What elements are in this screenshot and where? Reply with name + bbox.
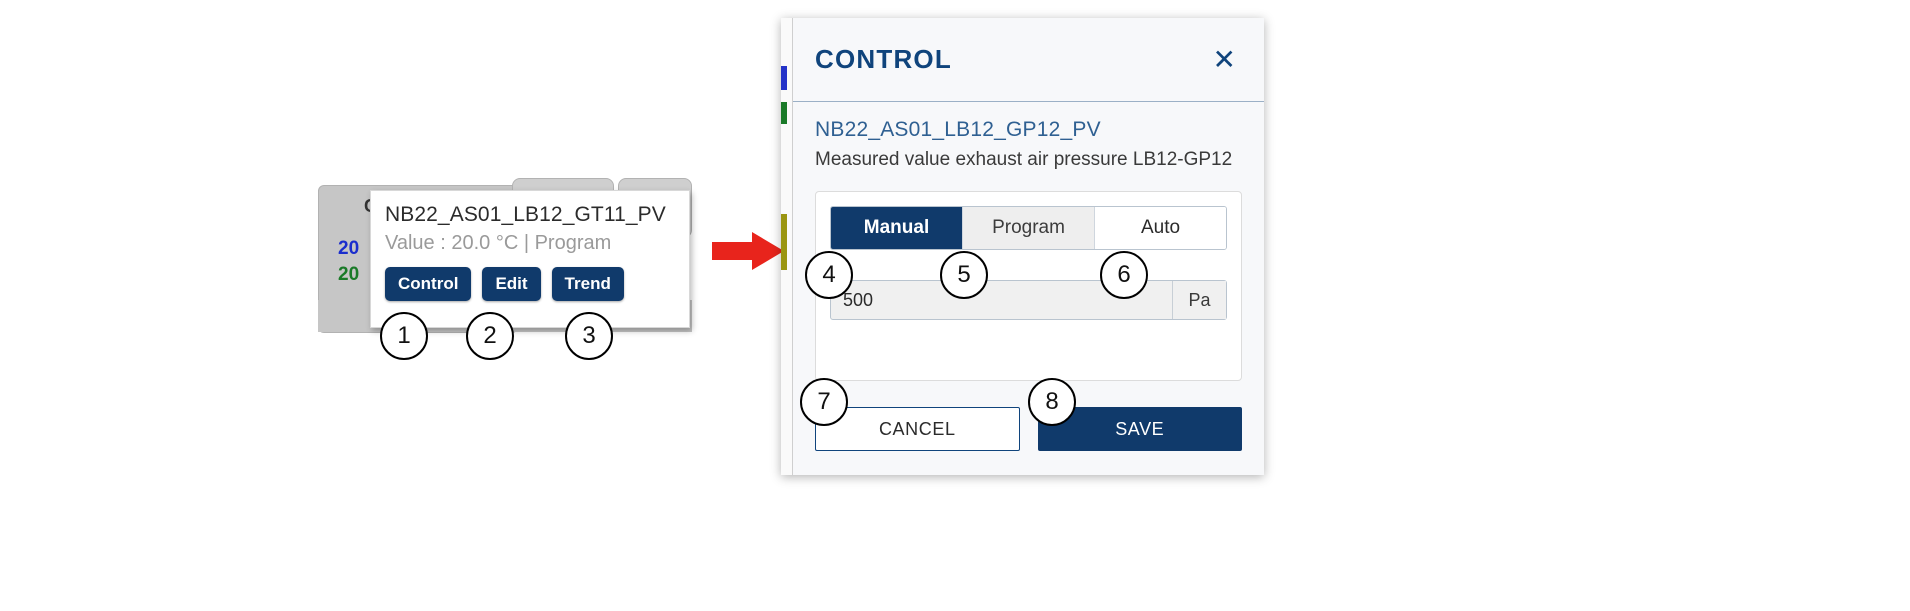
callout-marker-1: 1 xyxy=(380,312,428,360)
dialog-footer: CANCEL SAVE xyxy=(815,407,1242,451)
red-right-arrow-icon xyxy=(712,232,784,270)
callout-marker-6: 6 xyxy=(1100,251,1148,299)
setpoint-value-row: Pa xyxy=(830,280,1227,320)
datapoint-tooltip-card: NB22_AS01_LB12_GT11_PV Value : 20.0 °C |… xyxy=(370,190,690,328)
dialog-description: Measured value exhaust air pressure LB12… xyxy=(815,149,1233,170)
callout-marker-7: 7 xyxy=(800,378,848,426)
callout-marker-2: 2 xyxy=(466,312,514,360)
hmi-value-blue: 20 xyxy=(338,238,360,259)
control-button[interactable]: Control xyxy=(385,267,472,301)
dialog-tag-name: NB22_AS01_LB12_GP12_PV xyxy=(815,118,1101,141)
callout-marker-3: 3 xyxy=(565,312,613,360)
tooltip-value-line: Value : 20.0 °C | Program xyxy=(385,232,612,254)
mode-button-manual[interactable]: Manual xyxy=(831,207,962,249)
mode-button-auto[interactable]: Auto xyxy=(1094,207,1226,249)
trend-button[interactable]: Trend xyxy=(551,267,624,301)
dialog-title: CONTROL xyxy=(815,44,952,74)
window-left-rail xyxy=(781,18,793,475)
rail-marker-blue xyxy=(781,66,787,90)
dialog-header: CONTROL ✕ xyxy=(793,18,1264,102)
hmi-value-green: 20 xyxy=(338,264,360,285)
rail-marker-olive xyxy=(781,214,787,270)
tooltip-action-row: Control Edit Trend xyxy=(385,267,675,301)
close-icon[interactable]: ✕ xyxy=(1207,45,1242,75)
mode-control-panel: Manual Program Auto Pa xyxy=(815,191,1242,381)
callout-marker-8: 8 xyxy=(1028,378,1076,426)
cancel-button[interactable]: CANCEL xyxy=(815,407,1020,451)
control-dialog-window: CONTROL ✕ NB22_AS01_LB12_GP12_PV Measure… xyxy=(781,18,1264,475)
setpoint-unit-label: Pa xyxy=(1172,281,1226,319)
tooltip-tag-name: NB22_AS01_LB12_GT11_PV xyxy=(385,203,666,226)
callout-marker-5: 5 xyxy=(940,251,988,299)
rail-marker-green xyxy=(781,102,787,124)
dialog-meta-section: NB22_AS01_LB12_GP12_PV Measured value ex… xyxy=(793,102,1264,177)
mode-segmented-control[interactable]: Manual Program Auto xyxy=(830,206,1227,250)
callout-marker-4: 4 xyxy=(805,251,853,299)
mode-button-program[interactable]: Program xyxy=(962,207,1094,249)
edit-button[interactable]: Edit xyxy=(482,267,541,301)
